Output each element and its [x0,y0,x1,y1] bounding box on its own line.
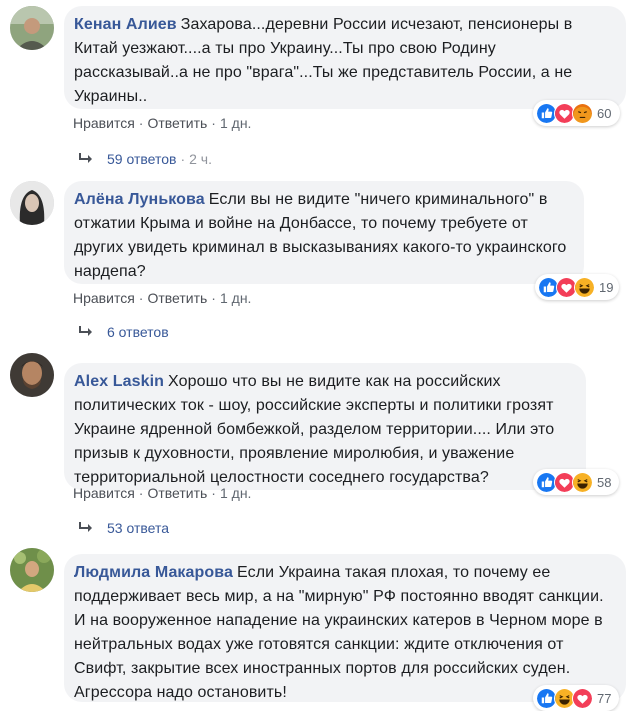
replies-count[interactable]: 53 ответа [107,520,169,536]
reactions-summary[interactable]: 60 [533,100,620,126]
angry-icon [572,102,593,124]
view-replies[interactable]: 59 ответов · 2 ч. [78,151,212,167]
comment-text: Если Украина такая плохая, то почему ее … [74,564,604,701]
love-icon [572,687,593,709]
reactions-summary[interactable]: 58 [533,469,619,495]
reply-button[interactable]: Ответить [147,290,207,306]
like-button[interactable]: Нравится [73,485,135,501]
avatar[interactable] [10,353,54,397]
reactions-summary[interactable]: 19 [535,274,619,300]
haha-icon [574,276,595,298]
reaction-count: 58 [597,474,612,490]
view-replies[interactable]: 53 ответа [78,520,169,536]
comment-time[interactable]: 1 дн. [220,115,251,131]
reaction-count: 19 [599,279,614,295]
comment-author[interactable]: Alex Laskin [74,373,164,390]
comment-actions: Нравится · Ответить · 1 дн. [73,485,252,501]
comment-author[interactable]: Людмила Макарова [74,564,233,581]
reaction-count: 60 [597,105,612,121]
view-replies[interactable]: 6 ответов [78,324,169,340]
replies-time: 2 ч. [189,151,212,167]
reply-button[interactable]: Ответить [147,485,207,501]
comment-actions: Нравится · Ответить · 1 дн. [73,115,252,131]
comment-time[interactable]: 1 дн. [220,485,251,501]
comment-author[interactable]: Кенан Алиев [74,16,177,33]
comment-author[interactable]: Алёна Лунькова [74,191,205,208]
avatar[interactable] [10,6,54,50]
replies-count[interactable]: 59 ответов [107,151,176,167]
comment-actions: Нравится · Ответить · 1 дн. [73,290,252,306]
comment-time[interactable]: 1 дн. [220,290,251,306]
comment-bubble: Кенан Алиев Захарова...деревни России исч… [64,6,626,109]
avatar[interactable] [10,548,54,592]
reply-arrow-icon [79,326,92,336]
reply-arrow-icon [79,522,92,532]
like-button[interactable]: Нравится [73,115,135,131]
reaction-count: 77 [597,690,612,706]
avatar[interactable] [10,181,54,225]
like-button[interactable]: Нравится [73,290,135,306]
haha-icon [572,471,593,493]
comment-bubble: Alex Laskin Хорошо что вы не видите как н… [64,363,586,490]
reply-button[interactable]: Ответить [147,115,207,131]
reactions-summary[interactable]: 77 [533,685,619,711]
comment-bubble: Людмила Макарова Если Украина такая плоха… [64,554,626,702]
reply-arrow-icon [79,153,92,163]
replies-count[interactable]: 6 ответов [107,324,169,340]
comment-bubble: Алёна Лунькова Если вы не видите "ничего … [64,181,584,284]
